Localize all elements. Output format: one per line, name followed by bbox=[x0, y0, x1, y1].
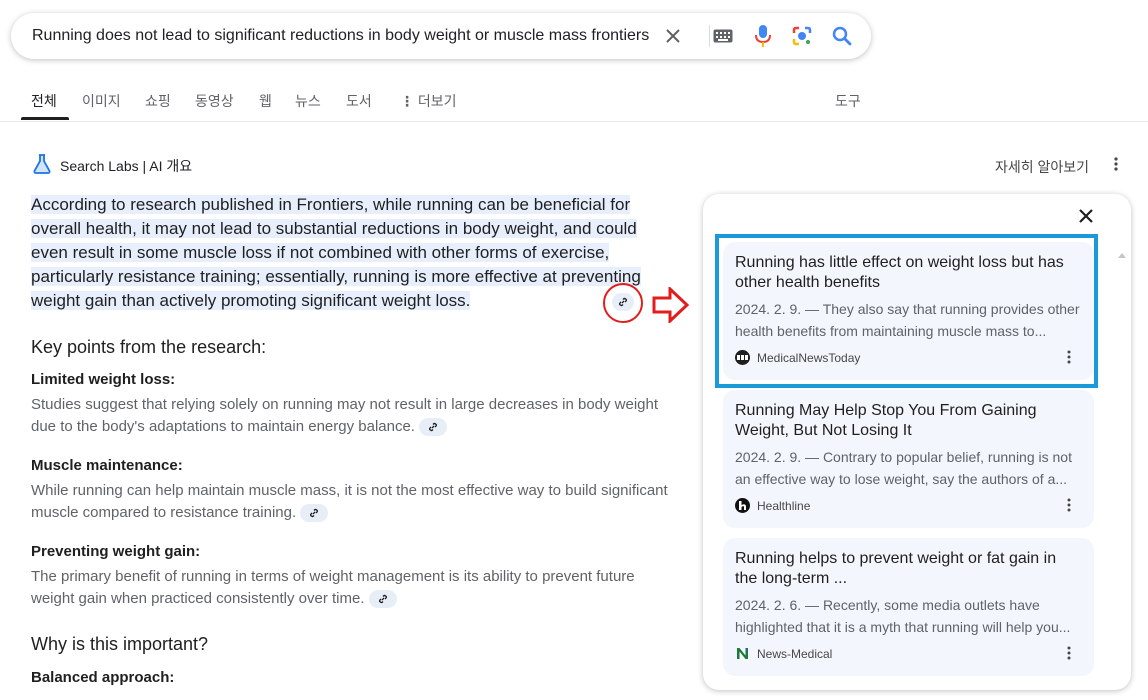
tools-button[interactable]: 도구 bbox=[835, 91, 861, 111]
source-more-icon[interactable] bbox=[1067, 498, 1071, 517]
search-divider bbox=[709, 25, 710, 47]
tab-news[interactable]: 뉴스 bbox=[295, 91, 321, 111]
close-icon[interactable] bbox=[1076, 206, 1096, 231]
point-body: While running can help maintain muscle m… bbox=[31, 480, 671, 524]
more-vert-icon: ⋮ bbox=[400, 93, 414, 109]
keyboard-icon[interactable] bbox=[712, 25, 734, 47]
active-tab-indicator bbox=[21, 117, 69, 120]
tab-more-label: 더보기 bbox=[417, 93, 457, 109]
tab-more[interactable]: ⋮ 더보기 bbox=[400, 91, 457, 111]
point-title: Balanced approach: bbox=[31, 669, 175, 686]
source-title[interactable]: Running May Help Stop You From Gaining W… bbox=[735, 401, 1075, 441]
tab-web[interactable]: 웹 bbox=[259, 91, 272, 111]
search-bar[interactable]: Running does not lead to significant red… bbox=[11, 13, 871, 59]
tab-images[interactable]: 이미지 bbox=[82, 91, 121, 111]
link-icon bbox=[310, 508, 319, 518]
tab-all[interactable]: 전체 bbox=[31, 91, 57, 111]
link-icon bbox=[428, 422, 438, 432]
source-site: News-Medical bbox=[735, 646, 832, 661]
source-card[interactable]: Running helps to prevent weight or fat g… bbox=[723, 538, 1094, 676]
source-snippet: 2024. 2. 6. — Recently, some media outle… bbox=[735, 597, 1071, 635]
why-heading: Why is this important? bbox=[31, 634, 209, 654]
search-icon[interactable] bbox=[831, 25, 853, 47]
source-name: Healthline bbox=[757, 498, 811, 513]
intro-text: According to research published in Front… bbox=[31, 195, 641, 310]
tab-shopping[interactable]: 쇼핑 bbox=[145, 91, 171, 111]
key-points-heading: Key points from the research: bbox=[31, 337, 267, 357]
ai-overview-header: Search Labs | AI 개요 bbox=[33, 154, 192, 177]
source-name: News-Medical bbox=[757, 646, 833, 661]
search-tabs: 전체 이미지 쇼핑 동영상 웹 뉴스 도서 ⋮ 더보기 도구 bbox=[0, 80, 1148, 122]
point-title: Limited weight loss: bbox=[31, 371, 176, 388]
link-icon bbox=[378, 594, 387, 604]
point-body: The primary benefit of running in terms … bbox=[31, 566, 671, 610]
microphone-icon[interactable] bbox=[752, 25, 774, 47]
more-options-icon[interactable] bbox=[1114, 157, 1118, 176]
citation-link[interactable] bbox=[300, 504, 329, 523]
tab-videos[interactable]: 동영상 bbox=[195, 91, 234, 111]
ai-overview-label: Search Labs | AI 개요 bbox=[60, 157, 193, 174]
point-body: Studies suggest that relying solely on r… bbox=[31, 394, 671, 438]
news-medical-favicon-icon bbox=[735, 646, 750, 661]
flask-icon bbox=[33, 154, 51, 177]
source-card[interactable]: Running May Help Stop You From Gaining W… bbox=[723, 390, 1094, 528]
lens-icon[interactable] bbox=[791, 25, 813, 47]
point-text: While running can help maintain muscle m… bbox=[31, 482, 668, 521]
tab-books[interactable]: 도서 bbox=[346, 91, 372, 111]
citation-link[interactable] bbox=[368, 590, 397, 609]
point-title: Muscle maintenance: bbox=[31, 457, 183, 474]
ai-overview-body: According to research published in Front… bbox=[31, 193, 671, 313]
source-more-icon[interactable] bbox=[1067, 646, 1071, 665]
annotation-arrow bbox=[652, 285, 690, 328]
healthline-favicon-icon bbox=[735, 498, 750, 513]
annotation-highlight-box bbox=[715, 234, 1098, 388]
point-text: Studies suggest that relying solely on r… bbox=[31, 396, 659, 435]
search-input[interactable]: Running does not lead to significant red… bbox=[32, 27, 649, 45]
intro-paragraph: According to research published in Front… bbox=[31, 193, 671, 313]
source-site: Healthline bbox=[735, 498, 810, 513]
citation-link[interactable] bbox=[418, 418, 447, 437]
learn-more-link[interactable]: 자세히 알아보기 bbox=[995, 157, 1089, 177]
source-title[interactable]: Running helps to prevent weight or fat g… bbox=[735, 549, 1075, 589]
annotation-circle bbox=[603, 283, 643, 323]
point-text: The primary benefit of running in terms … bbox=[31, 568, 635, 607]
clear-icon[interactable] bbox=[662, 25, 684, 47]
point-title: Preventing weight gain: bbox=[31, 543, 201, 560]
source-snippet: 2024. 2. 9. — Contrary to popular belief… bbox=[735, 449, 1072, 487]
scroll-up-icon[interactable] bbox=[1118, 245, 1126, 263]
